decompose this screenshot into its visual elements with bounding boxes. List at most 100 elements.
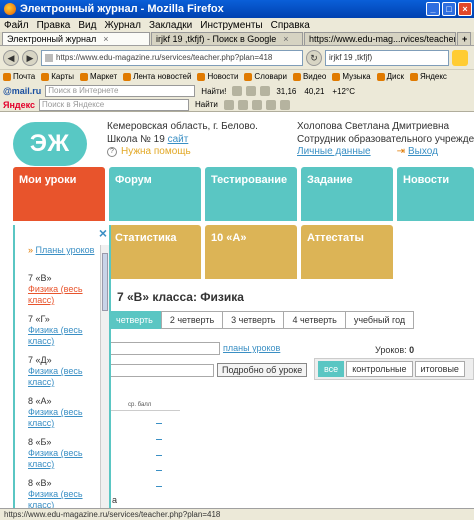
close-button[interactable]: ×: [458, 2, 472, 16]
bookmark-video[interactable]: Видео: [292, 72, 326, 81]
user-role: Сотрудник образовательного учреждения: [297, 134, 474, 145]
menu-news[interactable]: Новости: [397, 167, 474, 221]
maximize-button[interactable]: □: [442, 2, 456, 16]
bookmark-mail[interactable]: Почта: [3, 72, 35, 81]
menu-certificates[interactable]: Аттестаты: [301, 225, 393, 279]
toolbar-icon[interactable]: [260, 86, 271, 96]
back-button[interactable]: ◀: [3, 50, 19, 66]
menu-history[interactable]: Журнал: [104, 20, 141, 31]
close-icon[interactable]: ×: [99, 226, 107, 240]
toolbar-icon[interactable]: [279, 99, 290, 110]
bookmark-disk[interactable]: Диск: [376, 72, 404, 81]
tab-quarter-3[interactable]: 3 четверть: [222, 311, 285, 329]
bookmark-maps[interactable]: Карты: [41, 72, 74, 81]
menu-statistics[interactable]: Статистика: [109, 225, 201, 279]
toolbar-icon[interactable]: [223, 99, 234, 110]
tab-google-search[interactable]: irjkf 19 ,tkfjf) - Поиск в Google ×: [151, 32, 303, 45]
table-divider: [110, 410, 180, 411]
lesson-plans-item[interactable]: » Планы уроков: [28, 245, 94, 255]
home-icon[interactable]: [452, 50, 468, 66]
reload-button[interactable]: ↻: [306, 50, 322, 66]
bookmark-news-feed[interactable]: Лента новостей: [123, 72, 191, 81]
toolbar-icon[interactable]: [237, 99, 248, 110]
mailru-toolbar: @mail.ru Поиск в Интернете Найти! 31,16 …: [0, 84, 474, 98]
lesson-select[interactable]: [110, 364, 214, 377]
minimize-button[interactable]: _: [426, 2, 440, 16]
bookmark-yandex[interactable]: Яндекс: [410, 72, 447, 81]
tab-quarter-1[interactable]: четверть: [107, 311, 162, 329]
menu-file[interactable]: Файл: [4, 20, 29, 31]
class-subject-link[interactable]: Физика (весь класс): [28, 366, 100, 388]
tab-quarter-2[interactable]: 2 четверть: [160, 311, 224, 329]
bookmark-music[interactable]: Музыка: [332, 72, 371, 81]
site-favicon: [45, 54, 53, 62]
yandex-logo[interactable]: Яндекс: [3, 100, 35, 110]
menu-view[interactable]: Вид: [78, 20, 96, 31]
search-box[interactable]: irjkf 19 ,tkfjf): [325, 50, 449, 66]
dropdown-scrollbar[interactable]: [100, 245, 109, 508]
mailru-search-input[interactable]: Поиск в Интернете: [45, 85, 196, 97]
euro-rate[interactable]: 40,21: [302, 87, 326, 96]
tab-school-year[interactable]: учебный год: [344, 311, 415, 329]
lessons-count-value: 0: [409, 345, 415, 355]
bookmark-news[interactable]: Новости: [197, 72, 238, 81]
close-tab-icon[interactable]: ×: [103, 34, 108, 44]
menu-bookmarks[interactable]: Закладки: [149, 20, 192, 31]
scrollbar-thumb[interactable]: [102, 253, 108, 311]
site-logo[interactable]: ЭЖ: [13, 122, 87, 166]
user-info: Холопова Светлана Дмитриевна Сотрудник о…: [297, 120, 474, 146]
dollar-rate[interactable]: 31,16: [274, 87, 298, 96]
help-link[interactable]: ? Нужна помощь: [107, 146, 191, 157]
mailru-logo[interactable]: @mail.ru: [3, 86, 41, 96]
class-subject-link[interactable]: Физика (весь класс): [28, 489, 100, 508]
tab-teacher-page[interactable]: https://www.edu-mag...rvices/teacher.php…: [304, 32, 456, 45]
tab-quarter-4[interactable]: 4 четверть: [283, 311, 346, 329]
filter-tests[interactable]: контрольные: [346, 361, 413, 377]
yandex-find-button[interactable]: Найти: [193, 100, 220, 109]
class-subject-link[interactable]: Физика (весь класс): [28, 284, 100, 306]
close-tab-icon[interactable]: ×: [283, 34, 288, 44]
menu-edit[interactable]: Правка: [37, 20, 71, 31]
tab-bar: Электронный журнал × irjkf 19 ,tkfjf) - П…: [0, 32, 474, 46]
toolbar-icon[interactable]: [232, 86, 243, 96]
exit-icon: ⇥: [396, 146, 405, 157]
bookmark-dictionaries[interactable]: Словари: [244, 72, 287, 81]
list-item: 8 «В» Физика (весь класс): [28, 478, 100, 508]
bookmark-market[interactable]: Маркет: [80, 72, 117, 81]
menu-help[interactable]: Справка: [271, 20, 310, 31]
lesson-details-button[interactable]: Подробно об уроке: [217, 363, 308, 377]
list-item: 7 «Д» Физика (весь класс): [28, 355, 100, 388]
class-subject-link[interactable]: Физика (весь класс): [28, 407, 100, 429]
yandex-search-input[interactable]: Поиск в Яндексе: [39, 98, 190, 111]
bookmarks-bar: Почта Карты Маркет Лента новостей Новост…: [0, 69, 474, 83]
toolbar-icon[interactable]: [251, 99, 262, 110]
menu-testing[interactable]: Тестирование: [205, 167, 297, 221]
weather-readout[interactable]: +12°C: [330, 87, 357, 96]
tab-journal[interactable]: Электронный журнал ×: [2, 32, 150, 45]
menu-forum[interactable]: Форум: [109, 167, 201, 221]
menu-my-lessons[interactable]: Мои уроки: [13, 167, 105, 221]
toolbar-icon[interactable]: [265, 99, 276, 110]
logout-link[interactable]: ⇥ Выход: [397, 146, 438, 157]
lesson-plans-link[interactable]: планы уроков: [223, 343, 280, 353]
list-item: 7 «В» Физика (весь класс): [28, 273, 100, 306]
filter-final[interactable]: итоговые: [414, 361, 465, 377]
grade-dash: [156, 486, 162, 487]
personal-data-link[interactable]: Личные данные: [297, 146, 371, 157]
forward-button[interactable]: ▶: [22, 50, 38, 66]
question-icon: ?: [107, 146, 117, 157]
filter-all[interactable]: все: [318, 361, 345, 377]
menu-tools[interactable]: Инструменты: [200, 20, 262, 31]
lesson-filters: все контрольные итоговые: [314, 358, 474, 380]
menu-assignments[interactable]: Задание: [301, 167, 393, 221]
class-subject-link[interactable]: Физика (весь класс): [28, 448, 100, 470]
toolbar-icon[interactable]: [246, 86, 257, 96]
school-site-link[interactable]: сайт: [168, 134, 189, 145]
address-bar[interactable]: https://www.edu-magazine.ru/services/tea…: [41, 50, 303, 66]
class-subject-link[interactable]: Физика (весь класс): [28, 325, 100, 347]
menu-class-10a[interactable]: 10 «А»: [205, 225, 297, 279]
topic-select[interactable]: [110, 342, 220, 355]
new-tab-button[interactable]: +: [457, 32, 471, 45]
mailru-find-button[interactable]: Найти!: [199, 87, 228, 96]
school-info: Кемеровская область, г. Белово. Школа № …: [107, 120, 258, 146]
